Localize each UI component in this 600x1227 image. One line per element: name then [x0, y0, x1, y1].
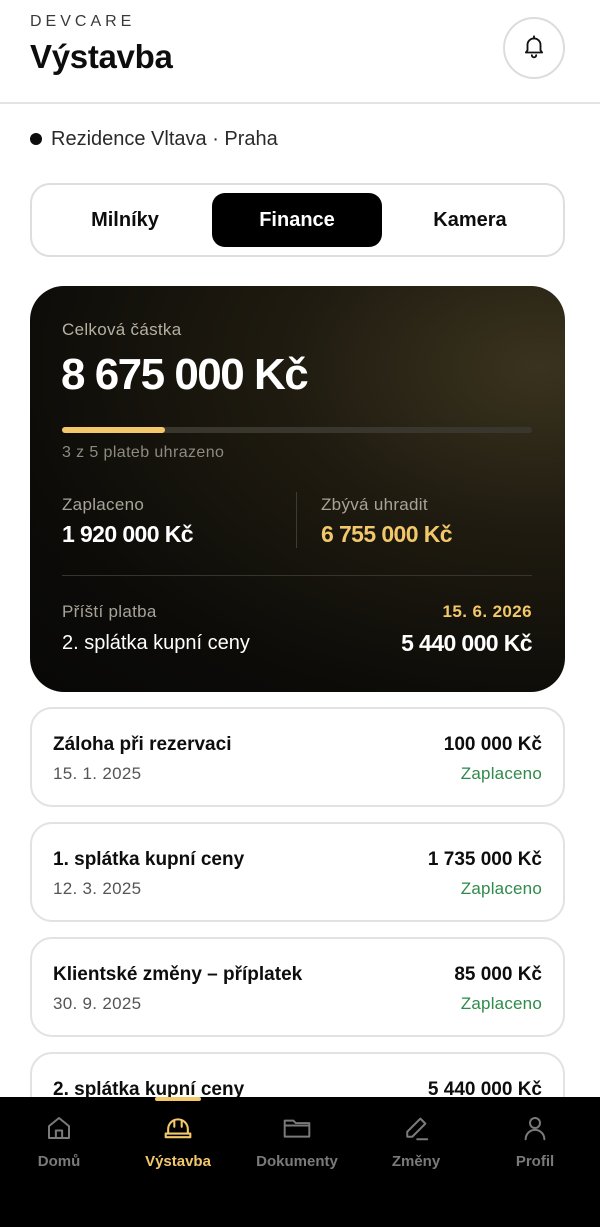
- nav-item-profil[interactable]: Profil: [480, 1111, 590, 1181]
- payment-status: Zaplaceno: [460, 879, 542, 898]
- payment-progress-text: 3 z 5 plateb uhrazeno: [62, 444, 225, 461]
- nav-label: Výstavba: [145, 1153, 211, 1170]
- payment-progress-bar: [62, 427, 532, 433]
- payment-name: Záloha při rezervaci: [53, 734, 232, 755]
- tab-milniky[interactable]: Milníky: [40, 193, 210, 247]
- total-label: Celková částka: [62, 320, 182, 339]
- nav-label: Profil: [515, 1153, 555, 1170]
- next-payment-date: 15. 6. 2026: [442, 602, 532, 621]
- next-payment-amount: 5 440 000 Kč: [401, 630, 533, 656]
- project-status-dot: [30, 133, 42, 145]
- payment-progress-fill: [62, 427, 166, 433]
- next-payment-name: 2. splátka kupní ceny: [62, 632, 250, 654]
- nav-item-dokumenty[interactable]: Dokumenty: [242, 1111, 352, 1181]
- payment-amount: 1 735 000 Kč: [427, 849, 542, 870]
- nav-label: Dokumenty: [256, 1153, 338, 1170]
- nav-label: Změny: [391, 1153, 441, 1170]
- bottom-nav: Domů Výstavba Dokumenty Změny Profil: [0, 1097, 600, 1227]
- summary-divider-horizontal: [62, 575, 532, 576]
- tab-kamera[interactable]: Kamera: [385, 193, 555, 247]
- paid-label: Zaplaceno: [62, 495, 145, 514]
- project-selector[interactable]: Rezidence Vltava · Praha: [30, 126, 278, 152]
- app-header: DEVCARE Výstavba: [0, 0, 600, 104]
- payment-date: 30. 9. 2025: [53, 994, 142, 1013]
- home-icon: [42, 1111, 76, 1145]
- tab-finance[interactable]: Finance: [212, 193, 382, 247]
- payment-item[interactable]: 1. splátka kupní ceny 12. 3. 2025 1 735 …: [30, 822, 565, 922]
- hardhat-icon: [161, 1111, 195, 1145]
- payment-status: Zaplaceno: [460, 764, 542, 783]
- payment-item[interactable]: Záloha při rezervaci 15. 1. 2025 100 000…: [30, 707, 565, 807]
- pencil-icon: [399, 1111, 433, 1145]
- finance-summary-card: Celková částka 8 675 000 Kč 3 z 5 plateb…: [30, 286, 565, 692]
- remaining-label: Zbývá uhradit: [321, 495, 428, 514]
- next-payment-label: Příští platba: [62, 602, 157, 621]
- payment-item[interactable]: Klientské změny – příplatek 30. 9. 2025 …: [30, 937, 565, 1037]
- payment-name: 1. splátka kupní ceny: [53, 849, 245, 870]
- user-icon: [518, 1111, 552, 1145]
- nav-active-indicator: [155, 1097, 201, 1101]
- folder-icon: [280, 1111, 314, 1145]
- nav-label: Domů: [37, 1153, 81, 1170]
- payment-name: Klientské změny – příplatek: [53, 964, 303, 985]
- nav-item-zmeny[interactable]: Změny: [361, 1111, 471, 1181]
- nav-item-vystavba[interactable]: Výstavba: [123, 1111, 233, 1181]
- notifications-button[interactable]: [503, 17, 565, 79]
- payment-amount: 85 000 Kč: [454, 964, 542, 985]
- project-name: Rezidence Vltava · Praha: [51, 127, 278, 150]
- summary-divider-vertical: [296, 492, 297, 548]
- page-title: Výstavba: [30, 38, 173, 75]
- remaining-amount: 6 755 000 Kč: [321, 521, 453, 547]
- payment-amount: 100 000 Kč: [443, 734, 542, 755]
- section-tabs: Milníky Finance Kamera: [30, 183, 565, 257]
- payment-status: Zaplaceno: [460, 994, 542, 1013]
- nav-item-domu[interactable]: Domů: [4, 1111, 114, 1181]
- brand-label: DEVCARE: [30, 13, 136, 30]
- bell-icon: [521, 33, 547, 64]
- total-amount: 8 675 000 Kč: [61, 350, 309, 399]
- payment-date: 12. 3. 2025: [53, 879, 142, 898]
- paid-amount: 1 920 000 Kč: [62, 521, 194, 547]
- payment-date: 15. 1. 2025: [53, 764, 142, 783]
